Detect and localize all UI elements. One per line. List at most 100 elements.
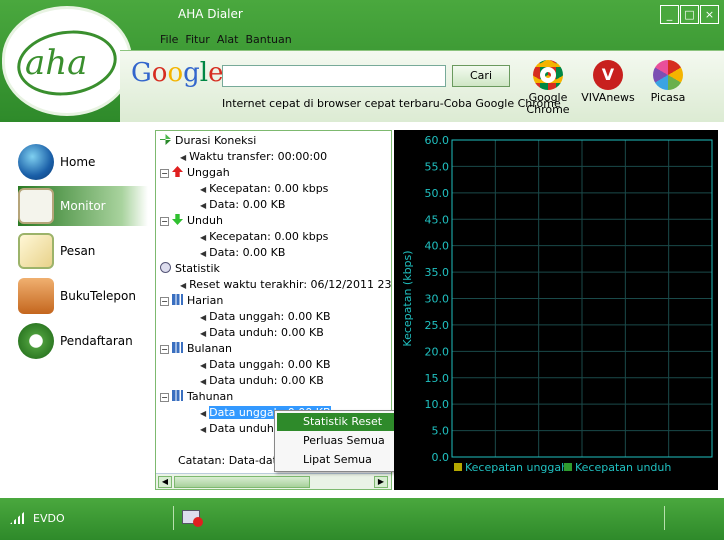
picasa-label: Picasa: [650, 91, 686, 104]
tree-note: Catatan: Data-data: [178, 454, 284, 467]
legend-label: Kecepatan unduh: [575, 461, 671, 474]
nav-pesan[interactable]: Pesan: [18, 231, 148, 271]
tree-node-harian-down[interactable]: ◀ Data unduh: 0.00 KB: [200, 326, 324, 339]
nav-monitor[interactable]: Monitor: [18, 186, 148, 226]
tree-node-reset[interactable]: ◀ Reset waktu terakhir: 06/12/2011 23:45: [180, 278, 392, 291]
bar-chart-icon: [172, 294, 183, 305]
tree-durasi-label: Durasi Koneksi: [175, 134, 257, 147]
logo-text: aha: [25, 43, 88, 83]
google-logo: Google: [131, 58, 224, 88]
tree-bulanan-down-label: Data unduh: 0.00 KB: [209, 374, 324, 387]
status-divider: [664, 506, 665, 530]
tree-tahunan-down-label: Data unduh: [209, 422, 274, 435]
tree-harian-up-label: Data unggah: 0.00 KB: [209, 310, 331, 323]
sidebar: Home Monitor Pesan BukuTelepon Pendaftar…: [0, 122, 150, 498]
upload-arrow-icon: [172, 166, 183, 177]
collapse-icon[interactable]: −: [160, 217, 169, 226]
collapse-icon[interactable]: −: [160, 297, 169, 306]
bar-chart-icon: [172, 342, 183, 353]
tree-unduh-label: Unduh: [187, 214, 223, 227]
y-tick-label: 35.0: [425, 266, 450, 279]
ctx-statistik-reset[interactable]: Statistik Reset: [277, 413, 400, 431]
google-search-input[interactable]: [222, 65, 446, 87]
y-tick-label: 45.0: [425, 213, 450, 226]
tree-node-bulanan-up[interactable]: ◀ Data unggah: 0.00 KB: [200, 358, 331, 371]
maximize-button[interactable]: □: [680, 5, 699, 24]
search-button[interactable]: Cari: [452, 65, 510, 87]
tree-tahunan-label: Tahunan: [187, 390, 234, 403]
tree-unggah-speed-label: Kecepatan: 0.00 kbps: [209, 182, 329, 195]
minimize-button[interactable]: _: [660, 5, 679, 24]
nav-pendaftaran[interactable]: Pendaftaran: [18, 321, 148, 361]
vivanews-icon: V: [593, 60, 623, 90]
ctx-lipat-semua[interactable]: Lipat Semua: [277, 451, 400, 469]
y-tick-label: 60.0: [425, 134, 450, 147]
chrome-app[interactable]: Google Chrome: [525, 60, 571, 116]
tree-node-tahunan-down[interactable]: ◀ Data unduh: [200, 422, 274, 435]
scroll-right-icon[interactable]: ▶: [374, 476, 388, 488]
scroll-left-icon[interactable]: ◀: [158, 476, 172, 488]
y-tick-label: 0.0: [432, 451, 450, 464]
legend-swatch: [564, 463, 572, 471]
y-tick-label: 40.0: [425, 240, 450, 253]
tree-node-tahunan[interactable]: − Tahunan: [160, 390, 233, 403]
ctx-perluas-semua[interactable]: Perluas Semua: [277, 432, 400, 450]
tree-node-statistik[interactable]: Statistik: [160, 262, 220, 275]
tree-bulanan-up-label: Data unggah: 0.00 KB: [209, 358, 331, 371]
picasa-icon: [653, 60, 683, 90]
bullet-icon: ◀: [200, 201, 207, 210]
collapse-icon[interactable]: −: [160, 169, 169, 178]
menu-fitur[interactable]: Fitur: [185, 33, 209, 46]
close-button[interactable]: ×: [700, 5, 719, 24]
tree-node-unduh-speed[interactable]: ◀ Kecepatan: 0.00 kbps: [200, 230, 328, 243]
globe-icon: [18, 144, 54, 180]
nav-pesan-label: Pesan: [60, 244, 96, 258]
tree-node-harian[interactable]: − Harian: [160, 294, 223, 307]
speed-chart: 60.0 55.0 50.0 45.0 40.0 35.0 30.0 25.0 20.0 15.0…: [394, 130, 718, 490]
tree-harian-label: Harian: [187, 294, 224, 307]
y-tick-label: 10.0: [425, 398, 450, 411]
tree-reset-label: Reset waktu terakhir: 06/12/2011 23:45: [189, 278, 392, 291]
tree-node-bulanan[interactable]: − Bulanan: [160, 342, 232, 355]
nav-monitor-label: Monitor: [60, 199, 106, 213]
nav-bukutelepon[interactable]: BukuTelepon: [18, 276, 148, 316]
tree-node-harian-up[interactable]: ◀ Data unggah: 0.00 KB: [200, 310, 331, 323]
tree-node-unduh[interactable]: − Unduh: [160, 214, 223, 227]
picasa-app[interactable]: Picasa: [648, 60, 688, 104]
tree-waktu-label: Waktu transfer: 00:00:00: [189, 150, 328, 163]
tree-node-unduh-data[interactable]: ◀ Data: 0.00 KB: [200, 246, 285, 259]
signal-icon: [10, 512, 24, 524]
collapse-icon[interactable]: −: [160, 393, 169, 402]
menu-bantuan[interactable]: Bantuan: [245, 33, 291, 46]
bullet-icon: ◀: [180, 153, 187, 162]
vivanews-label: VIVAnews: [581, 91, 635, 104]
tree-node-bulanan-down[interactable]: ◀ Data unduh: 0.00 KB: [200, 374, 324, 387]
scroll-thumb[interactable]: [174, 476, 310, 488]
y-tick-label: 20.0: [425, 345, 450, 358]
menu-file[interactable]: File: [160, 33, 178, 46]
nav-bukutelepon-label: BukuTelepon: [60, 289, 136, 303]
chrome-promo-link[interactable]: Internet cepat di browser cepat terbaru-…: [222, 97, 561, 110]
nav-home-label: Home: [60, 155, 96, 169]
bullet-icon: ◀: [180, 281, 187, 290]
status-bar: EVDO: [0, 498, 724, 540]
tree-node-unggah[interactable]: − Unggah: [160, 166, 230, 179]
context-menu: Statistik Reset Perluas Semua Lipat Semu…: [274, 410, 403, 472]
tree-node-unggah-data[interactable]: ◀ Data: 0.00 KB: [200, 198, 285, 211]
header: aha AHA Dialer _ □ × File Fitur Alat Bantua…: [0, 0, 724, 122]
gear-icon: [18, 323, 54, 359]
tree-unduh-speed-label: Kecepatan: 0.00 kbps: [209, 230, 329, 243]
menu-bar: File Fitur Alat Bantuan: [160, 33, 299, 46]
bullet-icon: ◀: [200, 377, 207, 386]
tree-node-unggah-speed[interactable]: ◀ Kecepatan: 0.00 kbps: [200, 182, 328, 195]
vivanews-app[interactable]: V VIVAnews: [580, 60, 636, 104]
nav-home[interactable]: Home: [18, 142, 148, 182]
bullet-icon: ◀: [200, 233, 207, 242]
tree-harian-down-label: Data unduh: 0.00 KB: [209, 326, 324, 339]
horizontal-scrollbar[interactable]: ◀ ▶: [156, 473, 391, 489]
tree-node-waktu[interactable]: ◀ Waktu transfer: 00:00:00: [180, 150, 327, 163]
clock-icon: [160, 262, 171, 273]
collapse-icon[interactable]: −: [160, 345, 169, 354]
menu-alat[interactable]: Alat: [217, 33, 239, 46]
tree-node-durasi[interactable]: Durasi Koneksi: [160, 134, 256, 147]
